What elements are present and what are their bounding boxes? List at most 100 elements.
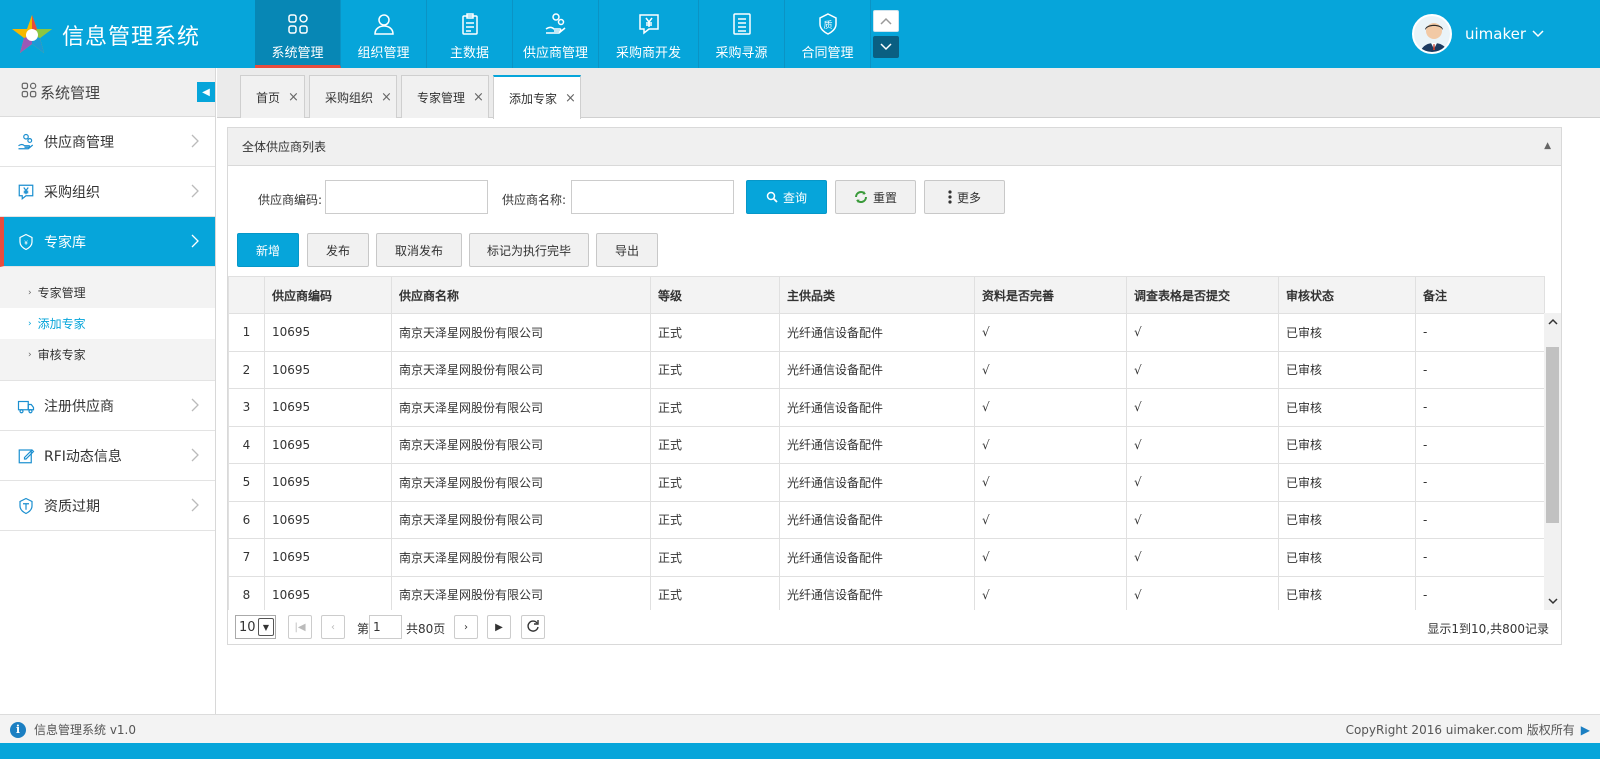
svg-text:质: 质	[823, 19, 832, 30]
clipboard-icon	[456, 10, 484, 38]
chevron-down-icon[interactable]	[1544, 593, 1561, 610]
table-row[interactable]: 8 10695 南京天泽星网股份有限公司 正式 光纤通信设备配件 √ √ 已审核 -	[228, 575, 1545, 610]
mark-done-button[interactable]: 标记为执行完毕	[469, 233, 589, 267]
sidebar-item-label: 采购组织	[44, 184, 100, 201]
close-icon[interactable]: ×	[288, 90, 299, 105]
table-row[interactable]: 1 10695 南京天泽星网股份有限公司 正式 光纤通信设备配件 √ √ 已审核 -	[228, 313, 1545, 352]
refresh-button[interactable]	[521, 615, 545, 639]
nav-buyer-development[interactable]: 采购商开发	[599, 0, 699, 68]
column-header[interactable]: 调查表格是否提交	[1126, 276, 1279, 314]
tab-add-expert[interactable]: 添加专家 ×	[493, 75, 581, 119]
table-row[interactable]: 3 10695 南京天泽星网股份有限公司 正式 光纤通信设备配件 √ √ 已审核 -	[228, 388, 1545, 427]
chevron-right-icon	[191, 498, 199, 516]
sidebar-subitem-review-expert[interactable]: › 审核专家	[0, 339, 215, 370]
nav-system-management[interactable]: 系统管理	[255, 0, 341, 68]
table-cell: -	[1415, 350, 1545, 389]
column-header[interactable]: 供应商编码	[264, 276, 392, 314]
tab-expert-management[interactable]: 专家管理 ×	[401, 75, 489, 118]
caret-left-icon: ◀	[202, 86, 210, 98]
column-header[interactable]: 资料是否完善	[974, 276, 1127, 314]
sidebar-collapse-button[interactable]: ◀	[197, 82, 215, 102]
table-cell: 已审核	[1278, 350, 1416, 389]
sidebar-item-supplier-management[interactable]: 供应商管理	[0, 117, 215, 167]
column-header[interactable]: 等级	[650, 276, 780, 314]
close-icon[interactable]: ×	[565, 91, 576, 106]
sidebar: 系统管理 ◀ 供应商管理 采购组织 ¥ 专家库 › 专家管理 › 添加专家 › …	[0, 68, 216, 714]
column-header[interactable]: 审核状态	[1278, 276, 1416, 314]
nav-contract-management[interactable]: 质 合同管理	[785, 0, 871, 68]
top-header: 信息管理系统 系统管理 组织管理 主数据 供应商管理 采购商开发 采购寻源 质 …	[0, 0, 1600, 68]
close-icon[interactable]: ×	[381, 90, 392, 105]
sidebar-title: 系统管理	[40, 83, 101, 102]
nav-label: 采购寻源	[715, 46, 768, 61]
unpublish-button[interactable]: 取消发布	[376, 233, 462, 267]
close-icon[interactable]: ×	[473, 90, 484, 105]
row-index: 4	[228, 425, 265, 464]
table-cell: 正式	[650, 538, 780, 577]
sidebar-subitem-expert-management[interactable]: › 专家管理	[0, 277, 215, 308]
supplier-name-input[interactable]	[571, 180, 734, 214]
sidebar-subitem-add-expert[interactable]: › 添加专家	[0, 308, 215, 339]
current-page-value: 1	[373, 620, 381, 634]
query-button[interactable]: 查询	[746, 180, 827, 214]
add-button[interactable]: 新增	[237, 233, 299, 267]
table-cell: √	[974, 575, 1127, 610]
table-row[interactable]: 6 10695 南京天泽星网股份有限公司 正式 光纤通信设备配件 √ √ 已审核 -	[228, 500, 1545, 539]
edit-icon	[16, 446, 36, 466]
supplier-code-input[interactable]	[325, 180, 488, 214]
table-row[interactable]: 7 10695 南京天泽星网股份有限公司 正式 光纤通信设备配件 √ √ 已审核 -	[228, 538, 1545, 577]
sidebar-item-expert-library[interactable]: ¥ 专家库	[0, 217, 215, 267]
table-cell: 南京天泽星网股份有限公司	[391, 463, 651, 502]
column-header[interactable]: 供应商名称	[391, 276, 651, 314]
table-cell: 已审核	[1278, 425, 1416, 464]
chevron-right-icon	[191, 184, 199, 202]
tab-home[interactable]: 首页 ×	[240, 75, 305, 118]
collapse-caret-icon[interactable]: ▲	[1544, 141, 1551, 151]
prev-page-button[interactable]: ‹	[321, 615, 345, 639]
chevron-down-icon: ▼	[258, 618, 274, 636]
tab-purchasing-org[interactable]: 采购组织 ×	[309, 75, 397, 118]
table-row[interactable]: 2 10695 南京天泽星网股份有限公司 正式 光纤通信设备配件 √ √ 已审核 -	[228, 350, 1545, 389]
quality-badge-icon: 质	[814, 10, 842, 38]
last-page-icon: ▶	[495, 621, 503, 633]
next-page-button[interactable]: ›	[454, 615, 478, 639]
sidebar-item-purchasing-org[interactable]: 采购组织	[0, 167, 215, 217]
nav-sourcing[interactable]: 采购寻源	[699, 0, 785, 68]
more-button[interactable]: 更多	[924, 180, 1005, 214]
tab-bar: 首页 × 采购组织 × 专家管理 × 添加专家 ×	[217, 68, 1600, 119]
page-size-select[interactable]: 10 ▼	[235, 615, 276, 639]
reset-button[interactable]: 重置	[835, 180, 916, 214]
nav-supplier-management[interactable]: 供应商管理	[513, 0, 599, 68]
export-button[interactable]: 导出	[596, 233, 658, 267]
supplier-table: 供应商编码 供应商名称 等级 主供品类 资料是否完善 调查表格是否提交 审核状态…	[228, 276, 1545, 610]
nav-scroll-down-button[interactable]	[873, 36, 899, 58]
nav-master-data[interactable]: 主数据	[427, 0, 513, 68]
table-row[interactable]: 5 10695 南京天泽星网股份有限公司 正式 光纤通信设备配件 √ √ 已审核 -	[228, 463, 1545, 502]
last-page-button[interactable]: ▶	[487, 615, 511, 639]
first-page-button[interactable]: |◀	[288, 615, 312, 639]
table-scrollbar[interactable]	[1544, 313, 1561, 610]
table-cell: -	[1415, 463, 1545, 502]
user-menu[interactable]: uimaker	[1412, 14, 1544, 54]
current-page-input[interactable]: 1	[369, 615, 402, 639]
table-cell: 光纤通信设备配件	[779, 388, 975, 427]
sidebar-item-register-supplier[interactable]: 注册供应商	[0, 381, 215, 431]
nav-scroll-up-button[interactable]	[873, 10, 899, 32]
table-cell: 正式	[650, 313, 780, 352]
chevron-down-icon	[1532, 27, 1544, 41]
table-row[interactable]: 4 10695 南京天泽星网股份有限公司 正式 光纤通信设备配件 √ √ 已审核 -	[228, 425, 1545, 464]
table-cell: -	[1415, 313, 1545, 352]
app-logo[interactable]: 信息管理系统	[10, 10, 200, 60]
unpublish-button-label: 取消发布	[394, 243, 443, 258]
chevron-up-icon[interactable]	[1544, 313, 1561, 330]
scrollbar-thumb[interactable]	[1546, 347, 1559, 523]
table-cell: -	[1415, 388, 1545, 427]
column-header[interactable]: 备注	[1415, 276, 1545, 314]
sidebar-item-qualification-expired[interactable]: 资质过期	[0, 481, 215, 531]
sidebar-item-rfi-info[interactable]: RFI动态信息	[0, 431, 215, 481]
publish-button[interactable]: 发布	[307, 233, 369, 267]
page-size-value: 10	[239, 619, 256, 635]
play-icon[interactable]: ▶	[1581, 723, 1590, 737]
column-header[interactable]: 主供品类	[779, 276, 975, 314]
nav-org-management[interactable]: 组织管理	[341, 0, 427, 68]
